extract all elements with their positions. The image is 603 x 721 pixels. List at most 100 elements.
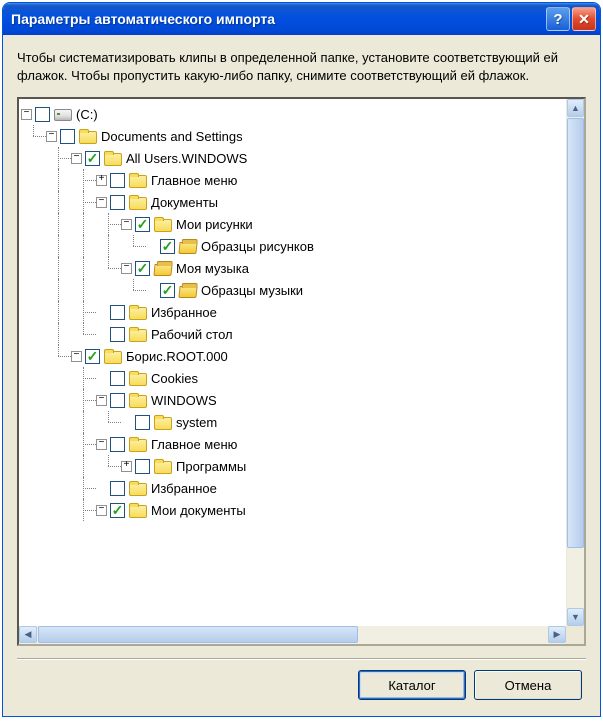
tree-connector	[21, 125, 46, 147]
tree-connector	[96, 213, 121, 235]
collapse-icon[interactable]: −	[21, 109, 32, 120]
tree-node[interactable]: −Моя музыка	[21, 257, 582, 279]
scroll-down-button[interactable]: ▼	[567, 608, 584, 626]
folder-checkbox[interactable]	[85, 349, 100, 364]
tree-node[interactable]: −WINDOWS	[21, 389, 582, 411]
tree-node[interactable]: Образцы музыки	[21, 279, 582, 301]
folder-icon	[129, 175, 147, 188]
folder-label: Образцы рисунков	[201, 240, 314, 253]
collapse-icon[interactable]: −	[96, 395, 107, 406]
folder-checkbox[interactable]	[110, 305, 125, 320]
titlebar[interactable]: Параметры автоматического импорта ? ✕	[3, 3, 600, 35]
window-title: Параметры автоматического импорта	[11, 11, 546, 27]
tree-connector	[21, 147, 46, 169]
tree-connector	[71, 301, 96, 323]
folder-checkbox[interactable]	[35, 107, 50, 122]
folder-checkbox[interactable]	[85, 151, 100, 166]
folder-checkbox[interactable]	[160, 283, 175, 298]
expand-icon[interactable]: +	[96, 175, 107, 186]
catalog-button[interactable]: Каталог	[358, 670, 466, 700]
folder-label: Избранное	[151, 482, 217, 495]
tree-connector	[121, 235, 146, 257]
folder-icon	[129, 329, 147, 342]
folder-checkbox[interactable]	[110, 437, 125, 452]
tree-connector	[71, 169, 96, 191]
horizontal-scrollbar[interactable]: ◀ ▶	[19, 626, 584, 644]
folder-tree[interactable]: −(C:)−Documents and Settings−All Users.W…	[19, 99, 584, 525]
folder-label: Избранное	[151, 306, 217, 319]
folder-icon	[154, 461, 172, 474]
folder-label: Борис.ROOT.000	[126, 350, 228, 363]
vertical-scroll-thumb[interactable]	[567, 118, 584, 548]
tree-connector	[21, 455, 46, 477]
tree-node[interactable]: Избранное	[21, 477, 582, 499]
folder-icon	[129, 197, 147, 210]
scroll-up-button[interactable]: ▲	[567, 99, 584, 117]
folder-label: Cookies	[151, 372, 198, 385]
tree-node[interactable]: −All Users.WINDOWS	[21, 147, 582, 169]
tree-connector	[21, 323, 46, 345]
tree-node[interactable]: Избранное	[21, 301, 582, 323]
collapse-icon[interactable]: −	[121, 263, 132, 274]
folder-checkbox[interactable]	[110, 371, 125, 386]
horizontal-scroll-thumb[interactable]	[38, 626, 358, 643]
tree-connector	[71, 235, 96, 257]
tree-connector	[21, 367, 46, 389]
tree-node[interactable]: −Документы	[21, 191, 582, 213]
tree-node[interactable]: −(C:)	[21, 103, 582, 125]
folder-label: Главное меню	[151, 174, 237, 187]
folder-checkbox[interactable]	[60, 129, 75, 144]
tree-connector	[71, 477, 96, 499]
folder-label: Мои документы	[151, 504, 246, 517]
folder-checkbox[interactable]	[135, 459, 150, 474]
folder-checkbox[interactable]	[110, 393, 125, 408]
collapse-icon[interactable]: −	[71, 153, 82, 164]
tree-connector	[46, 323, 71, 345]
folder-checkbox[interactable]	[135, 217, 150, 232]
tree-node[interactable]: + Главное меню	[21, 169, 582, 191]
tree-node[interactable]: Cookies	[21, 367, 582, 389]
tree-connector	[21, 433, 46, 455]
close-button[interactable]: ✕	[572, 7, 596, 31]
cancel-button[interactable]: Отмена	[474, 670, 582, 700]
tree-connector	[21, 169, 46, 191]
tree-node[interactable]: − Борис.ROOT.000	[21, 345, 582, 367]
collapse-icon[interactable]: −	[71, 351, 82, 362]
folder-open-icon	[178, 286, 197, 298]
folder-icon	[154, 219, 172, 232]
scroll-left-button[interactable]: ◀	[19, 626, 37, 643]
tree-node[interactable]: Образцы рисунков	[21, 235, 582, 257]
vertical-scrollbar[interactable]: ▲ ▼	[566, 99, 584, 626]
folder-checkbox[interactable]	[110, 503, 125, 518]
tree-node[interactable]: +Программы	[21, 455, 582, 477]
collapse-icon[interactable]: −	[96, 439, 107, 450]
folder-checkbox[interactable]	[135, 261, 150, 276]
scroll-right-button[interactable]: ▶	[548, 626, 566, 643]
tree-node[interactable]: − Мои документы	[21, 499, 582, 521]
tree-connector	[21, 213, 46, 235]
collapse-icon[interactable]: −	[121, 219, 132, 230]
folder-checkbox[interactable]	[160, 239, 175, 254]
folder-checkbox[interactable]	[110, 327, 125, 342]
tree-connector	[71, 389, 96, 411]
help-button[interactable]: ?	[546, 7, 570, 31]
folder-icon	[104, 153, 122, 166]
tree-node[interactable]: system	[21, 411, 582, 433]
tree-node[interactable]: − Главное меню	[21, 433, 582, 455]
tree-node[interactable]: −Мои рисунки	[21, 213, 582, 235]
button-row: Каталог Отмена	[17, 670, 586, 706]
tree-node[interactable]: −Documents and Settings	[21, 125, 582, 147]
collapse-icon[interactable]: −	[46, 131, 57, 142]
folder-icon	[104, 351, 122, 364]
folder-checkbox[interactable]	[135, 415, 150, 430]
tree-node[interactable]: Рабочий стол	[21, 323, 582, 345]
folder-label: Главное меню	[151, 438, 237, 451]
folder-checkbox[interactable]	[110, 173, 125, 188]
tree-connector	[71, 213, 96, 235]
tree-connector	[46, 389, 71, 411]
expand-icon[interactable]: +	[121, 461, 132, 472]
collapse-icon[interactable]: −	[96, 197, 107, 208]
folder-checkbox[interactable]	[110, 195, 125, 210]
folder-checkbox[interactable]	[110, 481, 125, 496]
collapse-icon[interactable]: −	[96, 505, 107, 516]
